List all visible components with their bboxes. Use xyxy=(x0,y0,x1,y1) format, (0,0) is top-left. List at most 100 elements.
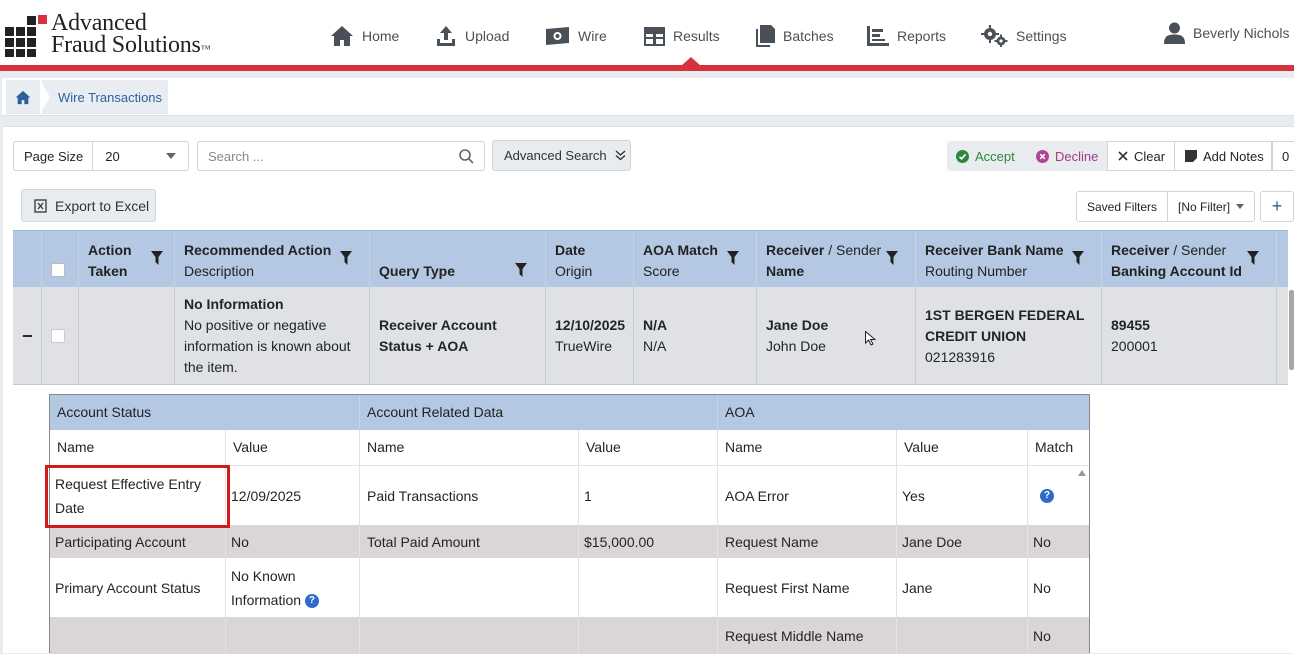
detail-cell: Participating Account xyxy=(50,525,226,558)
nav-upload-label: Upload xyxy=(465,28,510,44)
col-query-type[interactable]: Query Type xyxy=(370,231,546,288)
app-header: Advanced Fraud Solutions™ Home Upload Wi… xyxy=(0,0,1294,68)
row-receiver-name: Jane Doe xyxy=(766,317,829,333)
subhead-value: Value xyxy=(226,430,360,466)
col-recommended-action[interactable]: Recommended Action Description xyxy=(175,231,370,288)
filter-icon[interactable] xyxy=(1072,251,1084,265)
breadcrumb: Wire Transactions xyxy=(2,78,1294,116)
note-icon xyxy=(1185,150,1197,162)
col-account-id[interactable]: Receiver / Sender Banking Account Id xyxy=(1102,231,1277,288)
row-aoa-score: N/A xyxy=(643,338,667,354)
nav-wire[interactable]: Wire xyxy=(545,22,607,50)
detail-cell xyxy=(50,617,226,654)
table-row[interactable]: − No Information No positive or negative… xyxy=(13,287,1288,385)
brand-logo[interactable]: Advanced Fraud Solutions™ xyxy=(5,10,225,58)
brand-line1: Advanced xyxy=(51,10,147,36)
group-account-status: Account Status xyxy=(50,395,360,430)
nav-results[interactable]: Results xyxy=(644,22,720,50)
collapse-row-button[interactable]: − xyxy=(13,287,42,385)
nav-settings[interactable]: Settings xyxy=(981,22,1067,50)
col-date-origin[interactable]: Date Origin xyxy=(546,231,634,288)
col-name-receiver: Receiver xyxy=(766,242,825,258)
nav-batches[interactable]: Batches xyxy=(755,22,834,50)
col-bank-name[interactable]: Receiver Bank Name Routing Number xyxy=(916,231,1102,288)
active-nav-caret xyxy=(681,57,701,66)
detail-cell: No xyxy=(226,525,360,558)
decline-button[interactable]: Decline xyxy=(1036,141,1098,171)
col-action-taken[interactable]: Action Taken xyxy=(79,231,175,288)
date-origin-cell: 12/10/2025 TrueWire xyxy=(546,287,634,385)
settings-icon xyxy=(981,25,1008,47)
breadcrumb-separator xyxy=(40,80,50,114)
filter-icon[interactable] xyxy=(1247,251,1259,265)
search-input[interactable]: Search ... xyxy=(197,141,485,171)
saved-filters-select[interactable]: [No Filter] xyxy=(1168,199,1245,214)
filter-value: [No Filter] xyxy=(1178,199,1231,214)
col-name-sender: / Sender xyxy=(824,242,882,258)
filter-icon[interactable] xyxy=(151,251,163,265)
detail-cell: Jane xyxy=(897,558,1028,617)
select-all-checkbox[interactable] xyxy=(51,263,65,277)
action-taken-cell xyxy=(79,287,175,385)
nav-upload[interactable]: Upload xyxy=(435,22,509,50)
close-icon xyxy=(1118,151,1128,161)
nav-results-label: Results xyxy=(673,28,720,44)
add-notes-button[interactable]: Add Notes xyxy=(1174,141,1272,171)
detail-scroll-up-arrow[interactable] xyxy=(1078,470,1086,476)
filter-icon[interactable] xyxy=(340,251,352,265)
detail-cell: Request First Name xyxy=(718,558,897,617)
export-excel-button[interactable]: Export to Excel xyxy=(21,189,156,222)
help-icon[interactable]: ? xyxy=(1040,488,1054,503)
bank-cell: 1ST BERGEN FEDERAL CREDIT UNION 02128391… xyxy=(916,287,1102,385)
breadcrumb-home[interactable] xyxy=(6,80,40,114)
detail-cell: Paid Transactions xyxy=(360,466,579,525)
col-aoa-l1: AOA Match xyxy=(643,242,718,258)
chevron-down-icon xyxy=(166,153,176,159)
home-icon xyxy=(15,90,31,104)
user-name: Beverly Nichols xyxy=(1193,25,1290,41)
names-cell: Jane Doe John Doe xyxy=(757,287,916,385)
logo-mark-icon xyxy=(5,15,47,57)
subhead-value: Value xyxy=(579,430,718,466)
row-bank-name: 1ST BERGEN FEDERAL CREDIT UNION xyxy=(925,306,1085,344)
brand-line2: Fraud Solutions xyxy=(51,32,201,58)
account-cell: 89455 200001 xyxy=(1102,287,1277,385)
page-size-select[interactable]: 20 xyxy=(93,149,188,164)
saved-filters-label: Saved Filters xyxy=(1077,192,1169,221)
filter-icon[interactable] xyxy=(727,251,739,265)
advanced-search-button[interactable]: Advanced Search xyxy=(492,140,631,171)
detail-cell: 12/09/2025 xyxy=(226,466,360,525)
clear-label: Clear xyxy=(1134,148,1166,164)
detail-value-text: No Known Information xyxy=(231,567,302,608)
row-receiver-acct: 89455 xyxy=(1111,317,1150,333)
accept-button[interactable]: Accept xyxy=(956,141,1015,171)
row-sender-acct: 200001 xyxy=(1111,338,1158,354)
nav-home[interactable]: Home xyxy=(330,22,399,50)
add-notes-label: Add Notes xyxy=(1203,148,1264,164)
row-checkbox[interactable] xyxy=(51,329,65,343)
grid-header: Action Taken Recommended Action Descript… xyxy=(13,230,1288,288)
excel-icon xyxy=(34,198,47,213)
detail-cell xyxy=(360,558,579,617)
col-aoa-l2: Score xyxy=(643,263,680,279)
results-icon xyxy=(644,26,665,46)
mouse-cursor-icon xyxy=(865,331,876,346)
breadcrumb-current[interactable]: Wire Transactions xyxy=(42,80,168,114)
decline-label: Decline xyxy=(1055,148,1099,164)
row-routing: 021283916 xyxy=(925,348,996,365)
group-account-related-data: Account Related Data xyxy=(360,395,718,430)
accept-label: Accept xyxy=(975,148,1015,164)
batches-icon xyxy=(756,25,775,47)
clear-button[interactable]: Clear xyxy=(1107,141,1175,171)
nav-reports[interactable]: Reports xyxy=(867,22,946,50)
add-filter-button[interactable]: + xyxy=(1260,191,1294,222)
col-receiver-sender-name[interactable]: Receiver / Sender Name xyxy=(757,231,916,288)
detail-cell: Yes xyxy=(897,466,1028,525)
user-menu[interactable]: Beverly Nichols xyxy=(1164,22,1289,44)
col-aoa-match[interactable]: AOA Match Score xyxy=(634,231,757,288)
filter-icon[interactable] xyxy=(886,251,898,265)
grid-scrollbar[interactable] xyxy=(1289,290,1294,370)
help-icon[interactable]: ? xyxy=(304,593,319,608)
page-size-control: Page Size 20 xyxy=(13,141,189,171)
filter-icon[interactable] xyxy=(515,263,527,277)
